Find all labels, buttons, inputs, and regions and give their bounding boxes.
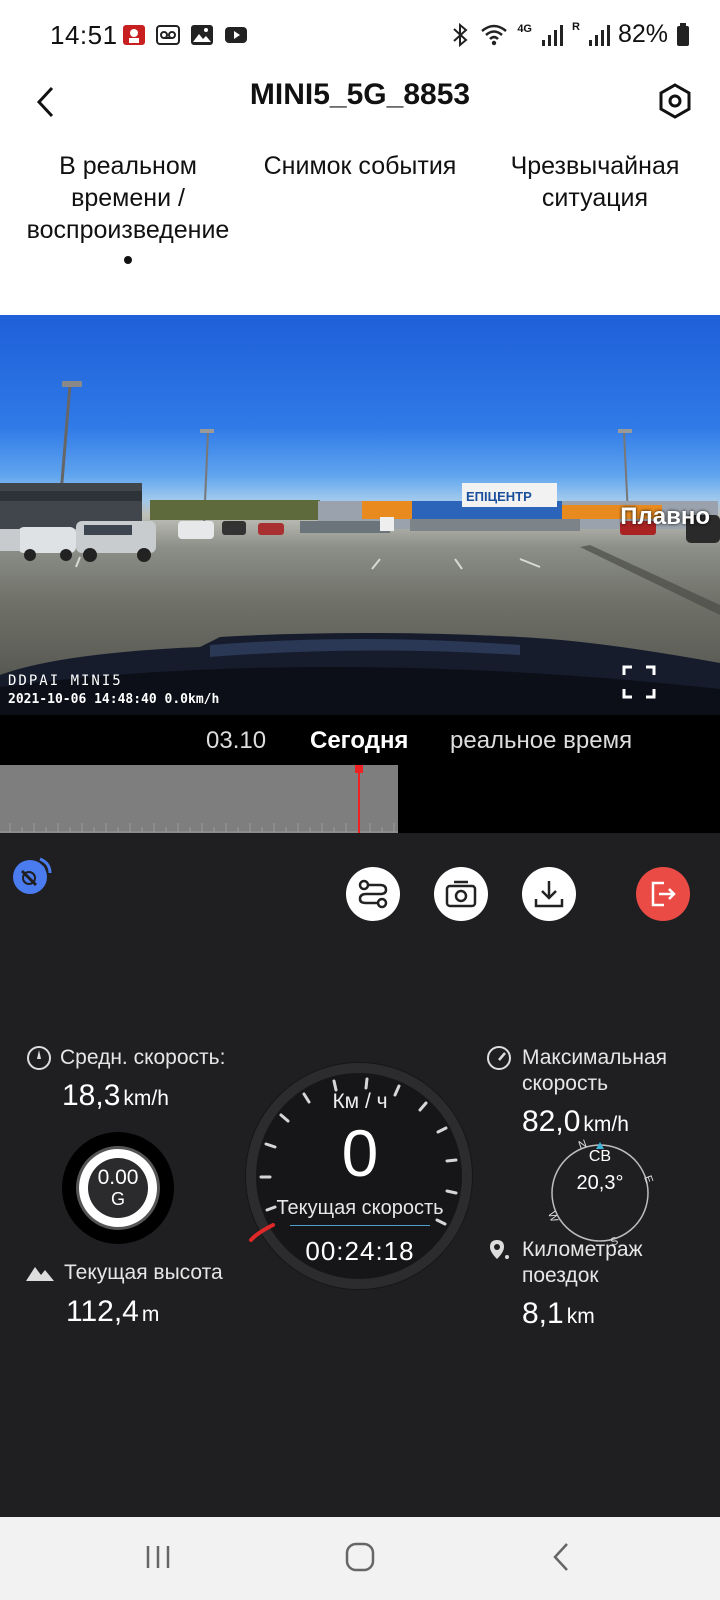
max-speed-icon: [487, 1046, 511, 1070]
timeline-track[interactable]: [0, 765, 720, 833]
mileage-unit: km: [566, 1305, 595, 1328]
battery-percent: 82%: [617, 20, 668, 48]
mode-tabs: В реальном времени / воспроизведение Сни…: [0, 150, 720, 315]
system-icons: 4G R 82%: [449, 20, 690, 49]
max-speed-label: Максимальная скорость: [522, 1045, 667, 1097]
tab-event-snapshot[interactable]: Снимок события: [250, 150, 470, 182]
altitude-number: 112,4: [66, 1295, 139, 1328]
camera-brand-watermark: DDPAI MINI5: [8, 673, 123, 689]
mileage-number: 8,1: [522, 1297, 564, 1330]
timeline-ticks: [0, 823, 398, 833]
tab-live-playback[interactable]: В реальном времени / воспроизведение: [18, 150, 238, 264]
timeline-date-label[interactable]: 03.10: [206, 727, 266, 755]
max-speed-value: 82,0 km/h: [522, 1105, 629, 1139]
store-sign: ЕПІЦЕНТР: [466, 489, 532, 504]
gauge-divider: [290, 1225, 430, 1226]
trip-dashboard: Средн. скорость: 18,3 km/h 0.00 G Текущая…: [0, 833, 720, 1517]
back-arrow-icon: [553, 1543, 568, 1571]
app-header: MINI5_5G_8853: [0, 72, 720, 152]
home-button[interactable]: [332, 1535, 388, 1579]
quality-mode-label[interactable]: Плавно: [620, 503, 710, 531]
signal-icon: [542, 24, 563, 46]
route-icon: [358, 879, 388, 909]
compass-direction: СВ: [588, 1148, 612, 1165]
network-type: 4G: [517, 22, 532, 35]
video-frame: ЕПІЦЕНТР: [0, 381, 720, 715]
map-pin-icon: [490, 1240, 509, 1259]
gallery-icon: [191, 25, 213, 45]
recent-apps-button[interactable]: [130, 1535, 186, 1579]
max-speed-label-line2: скорость: [522, 1072, 609, 1095]
bluetooth-icon: [453, 22, 468, 47]
battery-icon: [677, 22, 689, 46]
timeline-labels: 03.10 Сегодня реальное время: [0, 715, 720, 765]
status-time: 14:51: [50, 20, 118, 50]
snapshot-button[interactable]: [434, 867, 488, 921]
signal-2-icon: [588, 24, 610, 46]
mileage-label-line2: поездок: [522, 1264, 599, 1287]
tab-label: В реальном времени / воспроизведение: [26, 152, 230, 244]
notification-icons: [122, 24, 248, 46]
satellite-icon[interactable]: [10, 853, 54, 897]
timeline-cursor-head[interactable]: [355, 765, 363, 773]
download-icon: [534, 881, 564, 908]
system-nav-bar: [0, 1517, 720, 1600]
system-back-button[interactable]: [534, 1535, 590, 1579]
video-player[interactable]: ЕПІЦЕНТР Плавно DDPAI MINI5 2021-10-06 1…: [0, 315, 720, 715]
max-speed-unit: km/h: [583, 1113, 629, 1136]
status-bar: 14:51 4G R 82%: [0, 0, 720, 72]
mileage-value: 8,1 km: [522, 1297, 595, 1331]
video-timestamp: 2021-10-06 14:48:40 0.0km/h: [8, 692, 220, 707]
avg-speed-label: Средн. скорость:: [60, 1046, 226, 1069]
tab-emergency[interactable]: Чрезвычайная ситуация: [490, 150, 700, 214]
compass-w: W: [546, 1210, 560, 1224]
route-button[interactable]: [346, 867, 400, 921]
exit-icon: [651, 881, 676, 907]
avg-speed-icon: [27, 1046, 51, 1070]
compass-degrees: 20,3°: [576, 1172, 624, 1194]
fullscreen-icon[interactable]: [622, 665, 656, 699]
hexagon-gear-icon: [659, 83, 691, 119]
timeline-live-label[interactable]: реальное время: [450, 727, 632, 755]
app-notification-icon: [123, 25, 145, 45]
home-icon: [345, 1542, 375, 1572]
playback-timeline: 03.10 Сегодня реальное время: [0, 715, 720, 833]
page-title: MINI5_5G_8853: [249, 78, 471, 111]
max-speed-number: 82,0: [522, 1105, 581, 1138]
wifi-icon: [481, 24, 508, 45]
roaming-indicator: R: [572, 20, 580, 33]
active-tab-indicator: [124, 256, 132, 264]
camera-icon: [445, 880, 477, 908]
altitude-unit: m: [141, 1303, 160, 1326]
altitude-value: 112,4 m: [66, 1295, 159, 1329]
timeline-today-label[interactable]: Сегодня: [310, 727, 408, 755]
tab-label: Чрезвычайная ситуация: [510, 152, 680, 212]
timeline-cursor[interactable]: [358, 765, 360, 833]
youtube-icon: [225, 27, 247, 43]
mileage-label: Километраж поездок: [522, 1237, 643, 1289]
exit-button[interactable]: [636, 867, 690, 921]
voicemail-icon: [156, 25, 180, 45]
download-button[interactable]: [522, 867, 576, 921]
settings-button[interactable]: [652, 78, 698, 124]
tab-label: Снимок события: [263, 152, 457, 180]
recent-apps-icon: [146, 1546, 170, 1568]
max-speed-label-line1: Максимальная: [522, 1046, 668, 1069]
mileage-label-line1: Километраж: [522, 1238, 643, 1261]
